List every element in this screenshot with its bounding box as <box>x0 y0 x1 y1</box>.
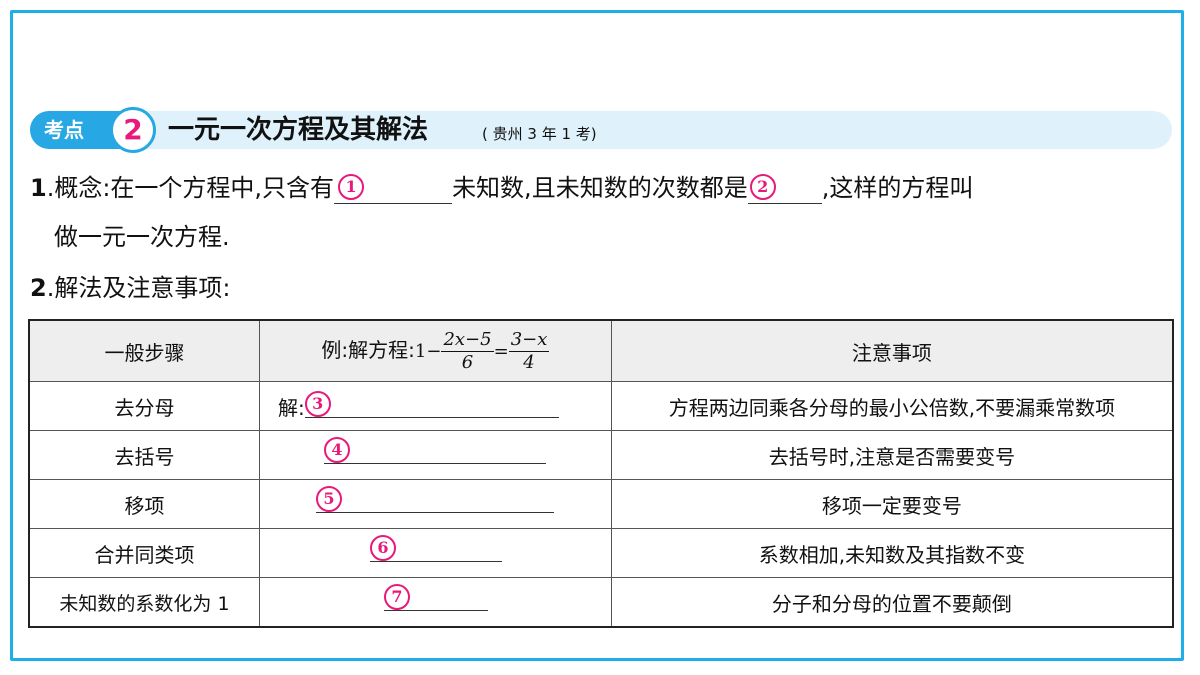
step-cell: 移项 <box>28 479 260 529</box>
numerator: 3−x <box>508 328 550 352</box>
answer-cell: 7 <box>258 577 612 628</box>
fraction-left: 2x−5 6 <box>441 328 494 374</box>
eq-equals: = <box>493 340 509 362</box>
answer-cell: 解: 3 <box>258 381 612 431</box>
section-number-badge: 2 <box>110 107 156 153</box>
answer-blank-3[interactable]: 3 <box>304 390 559 418</box>
eq-one: 1 <box>414 340 427 362</box>
answer-blank-6[interactable]: 6 <box>369 535 502 562</box>
table-header-row: 一般步骤 例:解方程:1− 2x−5 6 = 3−x 4 注意事项 <box>28 319 1174 382</box>
step-cell: 去括号 <box>28 430 260 480</box>
circled-number: 7 <box>383 584 410 610</box>
section-tag: 考点 <box>30 111 122 149</box>
answer-blank-4[interactable]: 4 <box>323 437 546 464</box>
header-steps: 一般步骤 <box>28 319 260 382</box>
table-row: 未知数的系数化为 1 7 分子和分母的位置不要颠倒 <box>28 577 1174 628</box>
method-heading: 2.解法及注意事项: <box>30 272 230 304</box>
concept-line-1: 1.概念:在一个方程中,只含有 1 未知数,且未知数的次数都是 2 ,这样的方程叫 <box>30 172 973 204</box>
item-label: .概念: <box>46 174 111 202</box>
answer-cell: 5 <box>258 479 612 529</box>
answer-cell: 6 <box>258 528 612 578</box>
circled-number: 2 <box>749 174 776 200</box>
note-cell: 移项一定要变号 <box>610 479 1174 529</box>
step-cell: 未知数的系数化为 1 <box>28 577 260 628</box>
answer-prefix: 解: <box>277 395 305 420</box>
concept-line-2: 做一元一次方程. <box>54 223 230 251</box>
item-label: .解法及注意事项: <box>46 274 231 302</box>
note-cell: 分子和分母的位置不要颠倒 <box>610 577 1174 628</box>
section-note: ( 贵州 3 年 1 考) <box>482 125 597 143</box>
solving-steps-table: 一般步骤 例:解方程:1− 2x−5 6 = 3−x 4 注意事项 去分母 解: 3 方程两… <box>28 319 1174 628</box>
fraction-right: 3−x 4 <box>508 328 550 374</box>
eq-minus: − <box>426 340 442 362</box>
step-cell: 合并同类项 <box>28 528 260 578</box>
table-row: 移项 5 移项一定要变号 <box>28 479 1174 529</box>
note-cell: 去括号时,注意是否需要变号 <box>610 430 1174 480</box>
answer-blank-1[interactable]: 1 <box>334 173 453 204</box>
circled-number: 6 <box>369 535 396 561</box>
circled-number: 5 <box>315 486 342 512</box>
concept-text-c: ,这样的方程叫 <box>821 174 974 202</box>
note-cell: 方程两边同乘各分母的最小公倍数,不要漏乘常数项 <box>610 381 1174 431</box>
step-cell: 去分母 <box>28 381 260 431</box>
table-row: 合并同类项 6 系数相加,未知数及其指数不变 <box>28 528 1174 578</box>
numerator: 2x−5 <box>441 328 494 352</box>
table-row: 去括号 4 去括号时,注意是否需要变号 <box>28 430 1174 480</box>
example-prefix: 例:解方程: <box>321 337 415 362</box>
circled-number: 4 <box>323 437 350 463</box>
note-cell: 系数相加,未知数及其指数不变 <box>610 528 1174 578</box>
answer-cell: 4 <box>258 430 612 480</box>
circled-number: 1 <box>338 174 365 200</box>
answer-blank-2[interactable]: 2 <box>747 173 822 204</box>
section-title: 一元一次方程及其解法 <box>168 115 429 145</box>
item-number: 2 <box>30 274 47 302</box>
answer-blank-5[interactable]: 5 <box>315 486 554 513</box>
header-example: 例:解方程:1− 2x−5 6 = 3−x 4 <box>258 319 612 382</box>
concept-text-a: 在一个方程中,只含有 <box>110 174 335 202</box>
item-number: 1 <box>30 174 47 202</box>
denominator: 6 <box>461 351 474 373</box>
table-row: 去分母 解: 3 方程两边同乘各分母的最小公倍数,不要漏乘常数项 <box>28 381 1174 431</box>
answer-blank-7[interactable]: 7 <box>383 584 488 611</box>
denominator: 4 <box>523 351 535 373</box>
circled-number: 3 <box>304 390 331 417</box>
concept-text-b: 未知数,且未知数的次数都是 <box>452 174 748 202</box>
header-notes: 注意事项 <box>610 319 1174 382</box>
